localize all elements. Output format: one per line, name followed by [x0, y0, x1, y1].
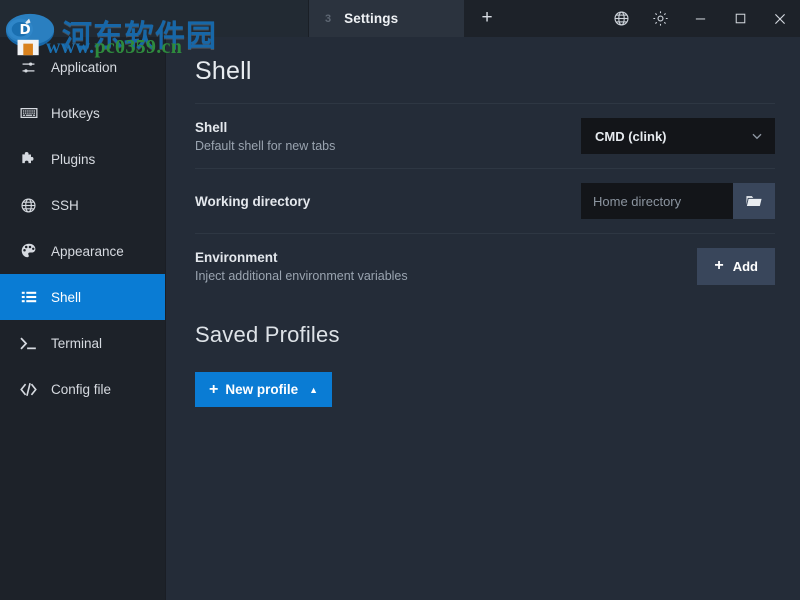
sidebar-item-label: Plugins — [51, 151, 96, 167]
setting-description: Inject additional environment variables — [195, 268, 408, 283]
sidebar-item-shell[interactable]: Shell — [0, 274, 165, 320]
page-title: Shell — [195, 57, 252, 85]
shell-select[interactable]: CMD (clink) — [581, 118, 775, 154]
plus-icon: + — [714, 257, 724, 274]
keyboard-icon — [19, 104, 38, 123]
setting-description: Default shell for new tabs — [195, 138, 336, 153]
sidebar-item-application[interactable]: Application — [0, 44, 165, 90]
sidebar-item-label: Terminal — [51, 335, 103, 351]
setting-label-group: Environment Inject additional environmen… — [195, 250, 408, 283]
puzzle-piece-icon — [19, 150, 38, 169]
titlebar-drag-region — [510, 0, 602, 37]
setting-label-group: Working directory — [195, 194, 310, 209]
list-icon — [19, 288, 38, 307]
new-profile-button[interactable]: + New profile ▲ — [195, 372, 333, 407]
add-environment-button[interactable]: + Add — [697, 247, 775, 285]
app-window: 3 Settings + Application Hotkeys Plugins… — [0, 0, 800, 600]
body: Application Hotkeys Plugins SSH Appearan… — [0, 37, 800, 600]
caret-up-icon: ▲ — [309, 384, 319, 395]
sidebar-item-label: SSH — [51, 197, 79, 213]
prompt-icon — [19, 334, 38, 353]
tab-terminal-inactive[interactable] — [0, 0, 309, 37]
titlebar: 3 Settings + — [0, 0, 800, 37]
sidebar-item-label: Shell — [51, 289, 82, 305]
shell-select-value: CMD (clink) — [595, 128, 667, 144]
plus-icon: + — [209, 380, 219, 398]
gear-icon[interactable] — [641, 0, 680, 37]
palette-icon — [19, 242, 38, 261]
sidebar-item-hotkeys[interactable]: Hotkeys — [0, 90, 165, 136]
minimize-button[interactable] — [680, 0, 720, 37]
sidebar-item-plugins[interactable]: Plugins — [0, 136, 165, 182]
new-tab-button[interactable]: + — [464, 0, 510, 37]
setting-row-shell: Shell Default shell for new tabs CMD (cl… — [195, 103, 775, 168]
tab-label: Settings — [344, 11, 399, 26]
setting-row-working-directory: Working directory — [195, 168, 775, 233]
sidebar-item-label: Hotkeys — [51, 105, 100, 121]
maximize-button[interactable] — [720, 0, 760, 37]
settings-content: Shell Shell Default shell for new tabs C… — [166, 37, 800, 600]
titlebar-actions — [602, 0, 800, 37]
new-profile-label: New profile — [225, 382, 299, 397]
globe-icon — [19, 196, 38, 215]
sidebar-item-label: Config file — [51, 381, 112, 397]
close-button[interactable] — [760, 0, 800, 37]
setting-control — [581, 183, 775, 219]
setting-control: + Add — [697, 247, 775, 285]
add-environment-label: Add — [732, 258, 758, 274]
tab-index: 3 — [325, 12, 332, 25]
tab-settings[interactable]: 3 Settings — [309, 0, 464, 37]
sidebar-item-label: Appearance — [51, 243, 124, 259]
code-icon — [19, 380, 38, 399]
setting-name: Working directory — [195, 193, 311, 209]
working-directory-group — [581, 183, 775, 219]
globe-icon[interactable] — [602, 0, 641, 37]
setting-label-group: Shell Default shell for new tabs — [195, 120, 335, 153]
sidebar-item-terminal[interactable]: Terminal — [0, 320, 165, 366]
saved-profiles-title: Saved Profiles — [195, 322, 340, 347]
sidebar-item-appearance[interactable]: Appearance — [0, 228, 165, 274]
tab-strip: 3 Settings + — [0, 0, 510, 37]
setting-name: Environment — [195, 249, 278, 265]
sidebar-item-ssh[interactable]: SSH — [0, 182, 165, 228]
folder-open-icon[interactable] — [733, 183, 775, 219]
sidebar-item-label: Application — [51, 59, 118, 75]
sidebar: Application Hotkeys Plugins SSH Appearan… — [0, 37, 166, 600]
setting-row-environment: Environment Inject additional environmen… — [195, 233, 775, 298]
sliders-icon — [19, 58, 38, 77]
setting-name: Shell — [195, 119, 228, 135]
chevron-down-icon — [750, 129, 764, 143]
setting-control: CMD (clink) — [581, 118, 775, 154]
working-directory-input[interactable] — [581, 183, 733, 219]
sidebar-item-config-file[interactable]: Config file — [0, 366, 165, 412]
